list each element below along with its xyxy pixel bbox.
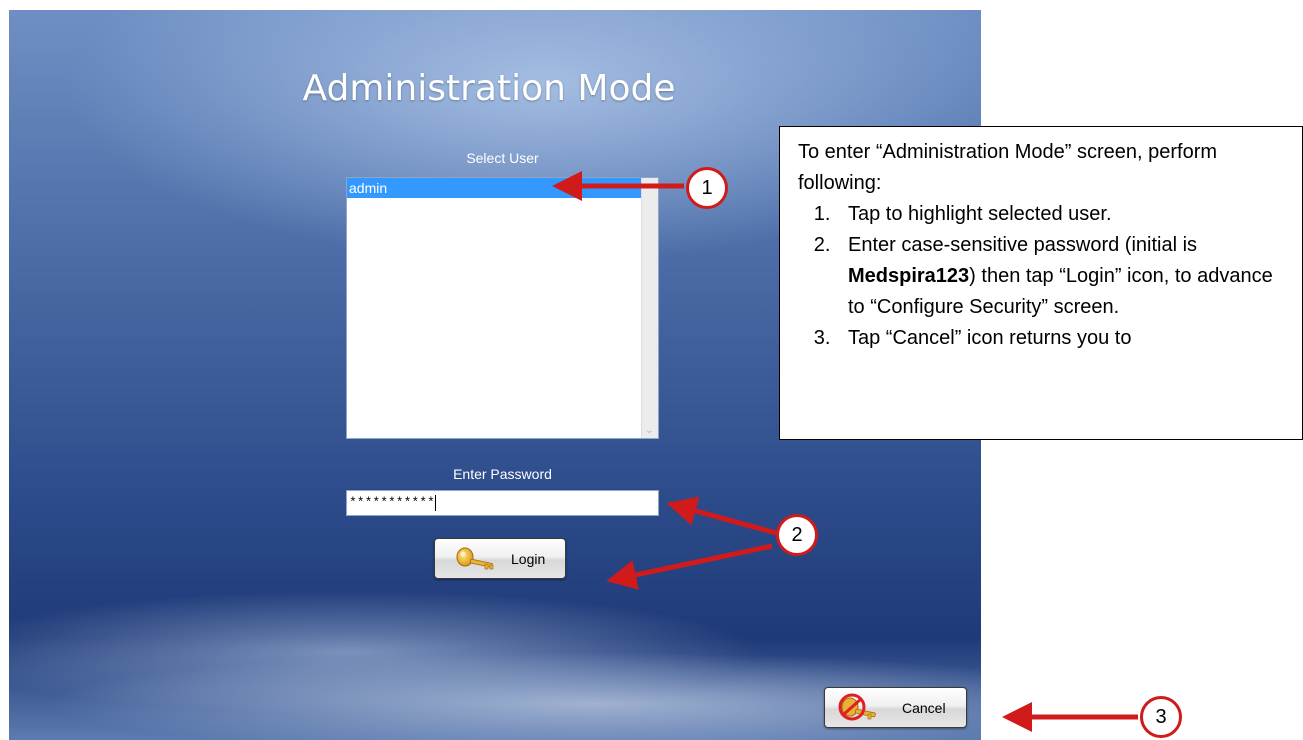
user-list[interactable]: admin ⌄ — [346, 177, 659, 439]
password-label: Enter Password — [453, 466, 552, 482]
callout-1: 1 — [686, 167, 728, 209]
instruction-step-3: Tap “Cancel” icon returns you to — [836, 323, 1292, 354]
login-button[interactable]: Login — [434, 538, 566, 579]
instructions-box: To enter “Administration Mode” screen, p… — [779, 126, 1303, 440]
page-title: Administration Mode — [302, 68, 676, 109]
login-button-label: Login — [511, 550, 546, 567]
user-list-item[interactable]: admin — [347, 178, 641, 198]
instructions-steps: Tap to highlight selected user. Enter ca… — [798, 199, 1292, 354]
callout-2: 2 — [776, 514, 818, 556]
initial-password-text: Medspira123 — [848, 265, 970, 287]
callout-3: 3 — [1140, 696, 1182, 738]
text-caret — [434, 494, 436, 511]
select-user-label: Select User — [466, 150, 539, 166]
password-value: *********** — [349, 495, 435, 510]
instruction-step-2: Enter case-sensitive password (initial i… — [836, 230, 1292, 323]
instruction-step-1: Tap to highlight selected user. — [836, 199, 1292, 230]
chevron-down-icon[interactable]: ⌄ — [645, 425, 653, 436]
step2-text-before: Enter case-sensitive password (initial i… — [848, 234, 1198, 256]
user-list-scrollbar[interactable]: ⌄ — [641, 178, 658, 438]
cancel-button[interactable]: Cancel — [824, 687, 967, 728]
instructions-intro: To enter “Administration Mode” screen, p… — [798, 141, 1218, 194]
password-input[interactable]: *********** — [346, 490, 659, 516]
no-key-icon — [838, 693, 876, 721]
key-icon — [456, 547, 494, 570]
cancel-button-label: Cancel — [902, 699, 946, 716]
